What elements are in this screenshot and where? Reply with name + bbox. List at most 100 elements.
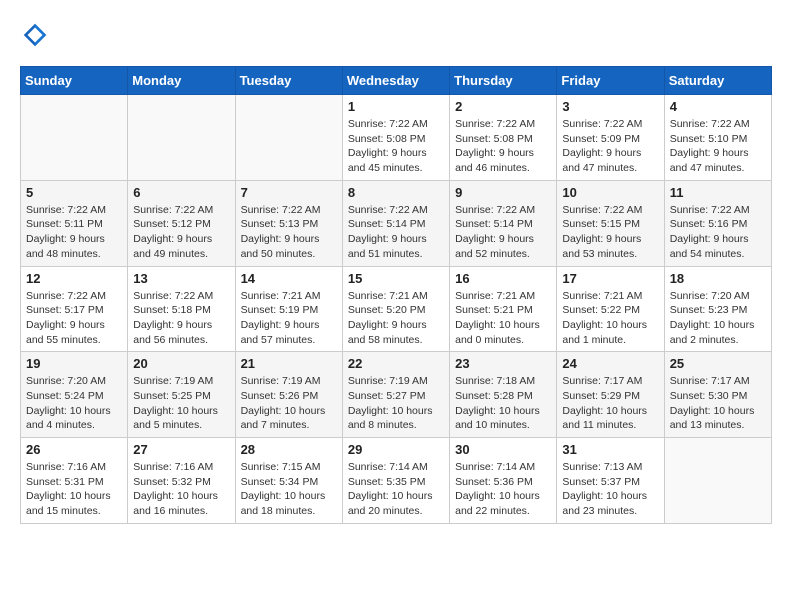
day-cell: 16 Sunrise: 7:21 AM Sunset: 5:21 PM Dayli… (450, 266, 557, 352)
day-number: 11 (670, 185, 766, 200)
day-cell: 23Sunrise: 7:18 AM Sunset: 5:28 PM Dayli… (450, 352, 557, 438)
day-info: Sunrise: 7:16 AM Sunset: 5:31 PM Dayligh… (26, 460, 122, 519)
day-cell: 13Sunrise: 7:22 AM Sunset: 5:18 PM Dayli… (128, 266, 235, 352)
day-info: Sunrise: 7:22 AM Sunset: 5:14 PM Dayligh… (348, 203, 444, 262)
day-info: Sunrise: 7:22 AM Sunset: 5:12 PM Dayligh… (133, 203, 229, 262)
day-info: Sunrise: 7:21 AM Sunset: 5:22 PM Dayligh… (562, 289, 658, 348)
day-number: 4 (670, 99, 766, 114)
day-cell: 24 Sunrise: 7:17 AM Sunset: 5:29 PM Dayli… (557, 352, 664, 438)
day-cell: 22 Sunrise: 7:19 AM Sunset: 5:27 PM Dayli… (342, 352, 449, 438)
day-number: 20 (133, 356, 229, 371)
day-info: Sunrise: 7:20 AM Sunset: 5:24 PM Dayligh… (26, 374, 122, 433)
day-info: Sunrise: 7:22 AM Sunset: 5:09 PM Dayligh… (562, 117, 658, 176)
day-number: 26 (26, 442, 122, 457)
day-number: 14 (241, 271, 337, 286)
day-number: 13 (133, 271, 229, 286)
day-number: 2 (455, 99, 551, 114)
day-info: Sunrise: 7:22 AM Sunset: 5:10 PM Dayligh… (670, 117, 766, 176)
day-number: 9 (455, 185, 551, 200)
day-cell: 26 Sunrise: 7:16 AM Sunset: 5:31 PM Dayli… (21, 438, 128, 524)
day-info: Sunrise: 7:19 AM Sunset: 5:27 PM Dayligh… (348, 374, 444, 433)
day-cell (128, 95, 235, 181)
day-cell: 10 Sunrise: 7:22 AM Sunset: 5:15 PM Dayli… (557, 180, 664, 266)
day-number: 19 (26, 356, 122, 371)
day-cell: 19 Sunrise: 7:20 AM Sunset: 5:24 PM Dayli… (21, 352, 128, 438)
day-info: Sunrise: 7:21 AM Sunset: 5:19 PM Dayligh… (241, 289, 337, 348)
calendar: SundayMondayTuesdayWednesdayThursdayFrid… (20, 66, 772, 524)
day-info: Sunrise: 7:19 AM Sunset: 5:25 PM Dayligh… (133, 374, 229, 433)
day-cell: 15 Sunrise: 7:21 AM Sunset: 5:20 PM Dayli… (342, 266, 449, 352)
day-info: Sunrise: 7:14 AM Sunset: 5:35 PM Dayligh… (348, 460, 444, 519)
day-cell (21, 95, 128, 181)
day-info: Sunrise: 7:21 AM Sunset: 5:20 PM Dayligh… (348, 289, 444, 348)
day-cell: 25 Sunrise: 7:17 AM Sunset: 5:30 PM Dayli… (664, 352, 771, 438)
day-info: Sunrise: 7:22 AM Sunset: 5:14 PM Dayligh… (455, 203, 551, 262)
day-info: Sunrise: 7:17 AM Sunset: 5:30 PM Dayligh… (670, 374, 766, 433)
day-info: Sunrise: 7:15 AM Sunset: 5:34 PM Dayligh… (241, 460, 337, 519)
weekday-header-saturday: Saturday (664, 67, 771, 95)
weekday-header-thursday: Thursday (450, 67, 557, 95)
weekday-header-sunday: Sunday (21, 67, 128, 95)
day-number: 29 (348, 442, 444, 457)
day-info: Sunrise: 7:22 AM Sunset: 5:17 PM Dayligh… (26, 289, 122, 348)
day-info: Sunrise: 7:20 AM Sunset: 5:23 PM Dayligh… (670, 289, 766, 348)
day-number: 30 (455, 442, 551, 457)
day-info: Sunrise: 7:16 AM Sunset: 5:32 PM Dayligh… (133, 460, 229, 519)
day-cell: 18Sunrise: 7:20 AM Sunset: 5:23 PM Dayli… (664, 266, 771, 352)
day-cell: 12 Sunrise: 7:22 AM Sunset: 5:17 PM Dayli… (21, 266, 128, 352)
day-cell: 31Sunrise: 7:13 AM Sunset: 5:37 PM Dayli… (557, 438, 664, 524)
day-number: 27 (133, 442, 229, 457)
weekday-header-friday: Friday (557, 67, 664, 95)
day-info: Sunrise: 7:22 AM Sunset: 5:13 PM Dayligh… (241, 203, 337, 262)
weekday-header-tuesday: Tuesday (235, 67, 342, 95)
day-number: 10 (562, 185, 658, 200)
day-info: Sunrise: 7:17 AM Sunset: 5:29 PM Dayligh… (562, 374, 658, 433)
day-cell: 3 Sunrise: 7:22 AM Sunset: 5:09 PM Daylig… (557, 95, 664, 181)
day-cell: 28 Sunrise: 7:15 AM Sunset: 5:34 PM Dayli… (235, 438, 342, 524)
day-cell: 2 Sunrise: 7:22 AM Sunset: 5:08 PM Daylig… (450, 95, 557, 181)
day-number: 21 (241, 356, 337, 371)
day-cell: 6 Sunrise: 7:22 AM Sunset: 5:12 PM Daylig… (128, 180, 235, 266)
day-cell: 27 Sunrise: 7:16 AM Sunset: 5:32 PM Dayli… (128, 438, 235, 524)
day-number: 15 (348, 271, 444, 286)
day-info: Sunrise: 7:22 AM Sunset: 5:16 PM Dayligh… (670, 203, 766, 262)
weekday-header-row: SundayMondayTuesdayWednesdayThursdayFrid… (21, 67, 772, 95)
day-cell: 21 Sunrise: 7:19 AM Sunset: 5:26 PM Dayli… (235, 352, 342, 438)
day-number: 8 (348, 185, 444, 200)
day-info: Sunrise: 7:14 AM Sunset: 5:36 PM Dayligh… (455, 460, 551, 519)
day-info: Sunrise: 7:22 AM Sunset: 5:15 PM Dayligh… (562, 203, 658, 262)
day-info: Sunrise: 7:19 AM Sunset: 5:26 PM Dayligh… (241, 374, 337, 433)
day-cell: 14 Sunrise: 7:21 AM Sunset: 5:19 PM Dayli… (235, 266, 342, 352)
day-cell: 8 Sunrise: 7:22 AM Sunset: 5:14 PM Daylig… (342, 180, 449, 266)
day-cell: 5Sunrise: 7:22 AM Sunset: 5:11 PM Daylig… (21, 180, 128, 266)
week-row-5: 26 Sunrise: 7:16 AM Sunset: 5:31 PM Dayli… (21, 438, 772, 524)
week-row-4: 19 Sunrise: 7:20 AM Sunset: 5:24 PM Dayli… (21, 352, 772, 438)
day-cell: 4 Sunrise: 7:22 AM Sunset: 5:10 PM Daylig… (664, 95, 771, 181)
day-number: 25 (670, 356, 766, 371)
day-cell (235, 95, 342, 181)
day-number: 28 (241, 442, 337, 457)
logo (20, 20, 54, 50)
day-number: 16 (455, 271, 551, 286)
header (20, 20, 772, 50)
day-number: 24 (562, 356, 658, 371)
day-cell: 7Sunrise: 7:22 AM Sunset: 5:13 PM Daylig… (235, 180, 342, 266)
day-number: 17 (562, 271, 658, 286)
day-info: Sunrise: 7:22 AM Sunset: 5:08 PM Dayligh… (348, 117, 444, 176)
week-row-3: 12 Sunrise: 7:22 AM Sunset: 5:17 PM Dayli… (21, 266, 772, 352)
day-cell: 1 Sunrise: 7:22 AM Sunset: 5:08 PM Daylig… (342, 95, 449, 181)
day-info: Sunrise: 7:22 AM Sunset: 5:08 PM Dayligh… (455, 117, 551, 176)
day-cell: 11 Sunrise: 7:22 AM Sunset: 5:16 PM Dayli… (664, 180, 771, 266)
day-cell (664, 438, 771, 524)
day-number: 12 (26, 271, 122, 286)
page-container: SundayMondayTuesdayWednesdayThursdayFrid… (0, 0, 792, 534)
day-number: 3 (562, 99, 658, 114)
day-number: 5 (26, 185, 122, 200)
day-number: 22 (348, 356, 444, 371)
day-number: 1 (348, 99, 444, 114)
day-info: Sunrise: 7:21 AM Sunset: 5:21 PM Dayligh… (455, 289, 551, 348)
day-number: 6 (133, 185, 229, 200)
day-number: 23 (455, 356, 551, 371)
weekday-header-monday: Monday (128, 67, 235, 95)
weekday-header-wednesday: Wednesday (342, 67, 449, 95)
